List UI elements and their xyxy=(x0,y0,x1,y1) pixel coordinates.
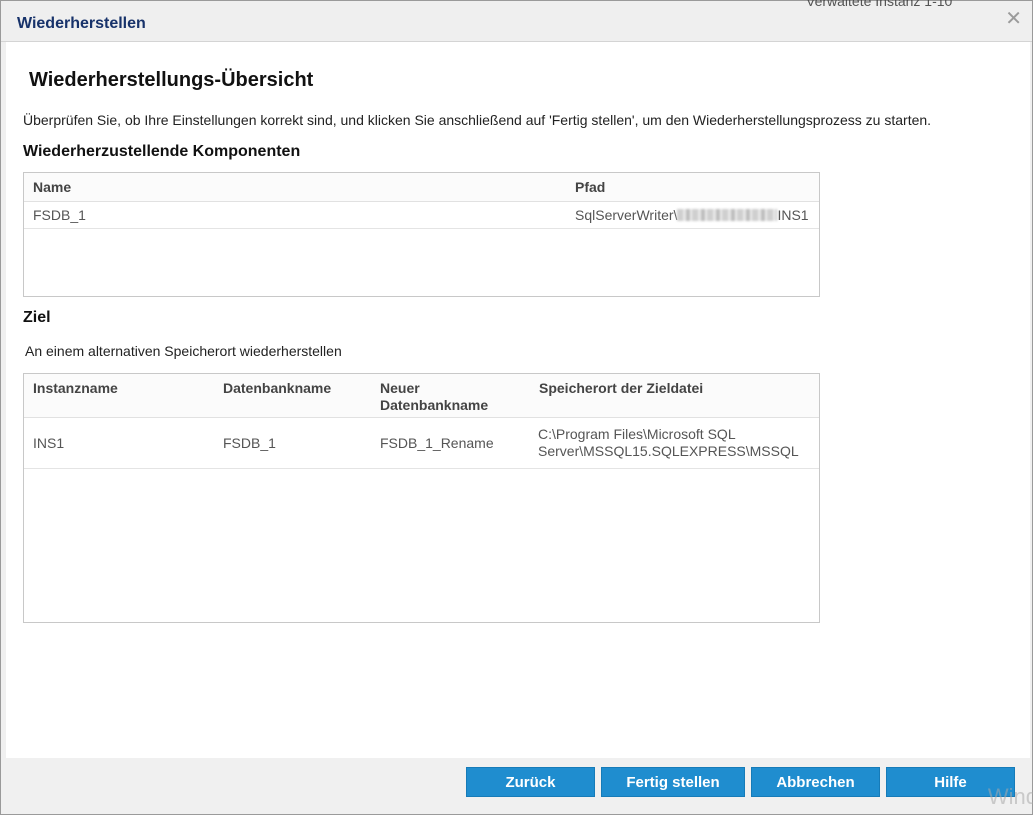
path-suffix: INS1 xyxy=(777,207,809,223)
dialog-title: Wiederherstellen xyxy=(17,15,146,32)
cancel-button[interactable]: Abbrechen xyxy=(751,767,880,797)
column-instance: Instanzname xyxy=(33,380,118,396)
windows-activation-watermark: Wind xyxy=(987,784,1033,809)
restore-dialog: Verwaltete Instanz 1-10 Wiederherstellen… xyxy=(0,0,1033,815)
page-title: Wiederherstellungs-Übersicht xyxy=(29,69,314,91)
database-name: FSDB_1 xyxy=(223,435,276,451)
new-database-name: FSDB_1_Rename xyxy=(380,435,494,451)
column-database: Datenbankname xyxy=(223,380,332,396)
instruction-text: Überprüfen Sie, ob Ihre Einstellungen ko… xyxy=(23,112,932,128)
target-heading: Ziel xyxy=(23,309,51,326)
target-table: Instanzname Datenbankname Neuer Datenban… xyxy=(23,373,820,623)
button-bar: Zurück Fertig stellen Abbrechen Hilfe Wi… xyxy=(1,758,1033,814)
table-row[interactable]: INS1 FSDB_1 FSDB_1_Rename C:\Program Fil… xyxy=(24,418,819,469)
back-button[interactable]: Zurück xyxy=(466,767,595,797)
restore-mode-text: An einem alternativen Speicherort wieder… xyxy=(25,343,342,359)
target-table-header: Instanzname Datenbankname Neuer Datenban… xyxy=(24,374,819,418)
component-name: FSDB_1 xyxy=(33,207,86,223)
components-heading: Wiederherzustellende Komponenten xyxy=(23,143,301,160)
column-target-location: Speicherort der Zieldatei xyxy=(539,380,704,396)
location-line-1: C:\Program Files\Microsoft SQL xyxy=(538,426,736,442)
components-table-header: Name Pfad xyxy=(24,173,819,202)
location-line-2: Server\MSSQL15.SQLEXPRESS\MSSQL xyxy=(538,443,799,459)
close-icon[interactable]: ✕ xyxy=(1005,9,1022,29)
path-prefix: SqlServerWriter\ xyxy=(575,207,678,223)
target-file-location: C:\Program Files\Microsoft SQL Server\MS… xyxy=(538,426,816,460)
column-name: Name xyxy=(33,179,72,195)
background-window-text: Verwaltete Instanz 1-10 xyxy=(806,0,953,9)
column-path: Pfad xyxy=(575,179,606,195)
component-path: SqlServerWriter\ INS1 xyxy=(575,207,809,224)
instance-name: INS1 xyxy=(33,435,65,451)
finish-button[interactable]: Fertig stellen xyxy=(601,767,745,797)
column-new-database: Neuer Datenbankname xyxy=(380,380,489,413)
title-bar: Verwaltete Instanz 1-10 Wiederherstellen… xyxy=(1,0,1032,42)
table-row[interactable]: FSDB_1 SqlServerWriter\ INS1 xyxy=(24,202,819,229)
dialog-content: Wiederherstellungs-Übersicht Überprüfen … xyxy=(6,42,1030,758)
components-table: Name Pfad FSDB_1 SqlServerWriter\ INS1 xyxy=(23,172,820,297)
redacted-server-name xyxy=(677,209,778,221)
